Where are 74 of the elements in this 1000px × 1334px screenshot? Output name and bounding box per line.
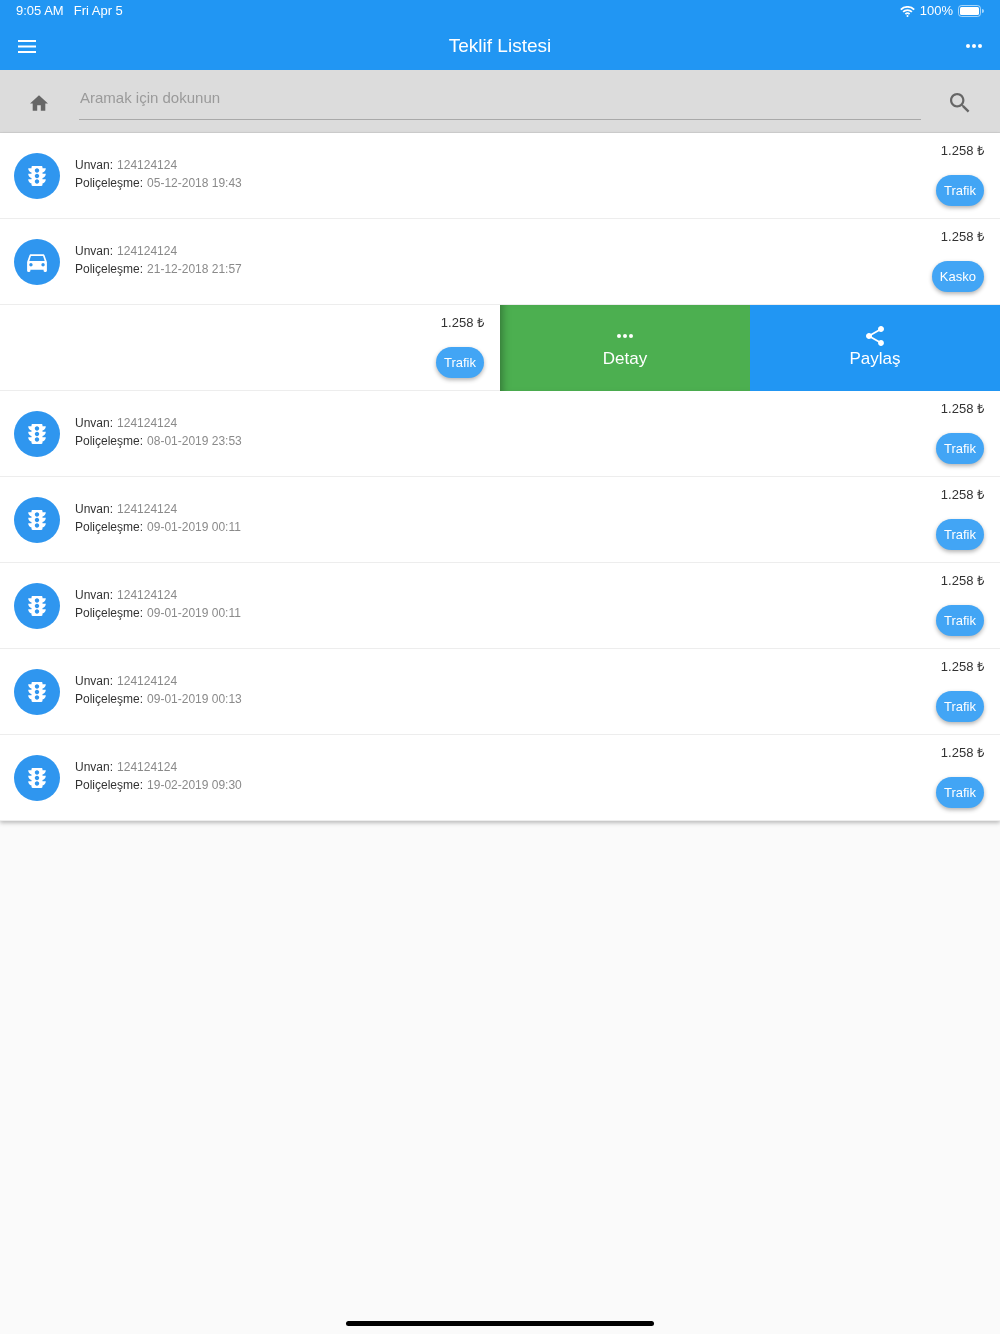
traffic-light-icon [14, 754, 60, 801]
share-action-button[interactable]: Paylaş [750, 305, 1000, 391]
search-icon[interactable] [950, 93, 970, 113]
car-icon [14, 238, 60, 285]
policy-type-button[interactable]: Trafik [435, 347, 484, 378]
price: 1.258 ₺ [940, 745, 984, 761]
field-value: 124124124 [117, 673, 178, 688]
traffic-light-icon [14, 668, 60, 715]
policy-type-button[interactable]: Trafik [935, 433, 984, 464]
field-value: 19-02-2019 09:30 [147, 777, 242, 792]
detail-action-button[interactable]: Detay [500, 305, 750, 391]
field-value: 05-12-2018 19:43 [147, 175, 242, 190]
price: 1.258 ₺ [940, 401, 984, 417]
share-icon [866, 326, 884, 346]
field-label: Unvan: [75, 415, 114, 430]
price: 1.258 ₺ [440, 315, 484, 331]
field-label: Poliçeleşme: [75, 175, 144, 190]
field-label: Unvan: [75, 501, 114, 516]
price: 1.258 ₺ [940, 573, 984, 589]
policy-type-button[interactable]: Trafik [935, 175, 984, 206]
field-label: Unvan: [75, 759, 114, 774]
field-value: 124124124 [117, 759, 178, 774]
field-value: 124124124 [117, 157, 178, 172]
price: 1.258 ₺ [940, 659, 984, 675]
field-value: 08-01-2019 23:53 [147, 433, 242, 448]
offer-row[interactable]: Unvan: 124124124 Poliçeleşme: 21-12-2018 21:57 1.258 ₺ Kasko [0, 219, 1000, 305]
policy-type-button[interactable]: Kasko [931, 261, 984, 292]
field-label: Unvan: [75, 673, 114, 688]
policy-type-button[interactable]: Trafik [935, 519, 984, 550]
field-value: 21-12-2018 21:57 [147, 261, 242, 276]
field-label: Poliçeleşme: [75, 433, 144, 448]
price: 1.258 ₺ [940, 143, 984, 159]
offer-row[interactable]: Unvan: 124124124 Poliçeleşme: 08-01-2019 23:53 1.258 ₺ Trafik [0, 391, 1000, 477]
status-date: Fri Apr 5 [73, 3, 123, 19]
traffic-light-icon [14, 410, 60, 457]
field-value: 124124124 [117, 501, 178, 516]
menu-icon[interactable] [18, 39, 36, 53]
offer-row[interactable]: Unvan: 124124124 Poliçeleşme: 09-01-2019 00:11 1.258 ₺ Trafik [0, 563, 1000, 649]
offer-row[interactable]: Unvan: 124124124 Poliçeleşme: 09-01-2019 00:11 1.258 ₺ Trafik [0, 477, 1000, 563]
policy-type-button[interactable]: Trafik [935, 691, 984, 722]
battery-icon [958, 5, 984, 17]
app-title: Teklif Listesi [448, 34, 552, 58]
traffic-light-icon [14, 152, 60, 199]
field-label: Poliçeleşme: [75, 777, 144, 792]
policy-type-button[interactable]: Trafik [935, 605, 984, 636]
field-label: Poliçeleşme: [75, 261, 144, 276]
field-label: Poliçeleşme: [75, 519, 144, 534]
search-bar[interactable]: Aramak için dokunun [0, 70, 1000, 133]
field-value: 124124124 [117, 415, 178, 430]
swiped-offer-row[interactable]: 1.258 ₺ Trafik Detay Paylaş [0, 305, 1000, 391]
traffic-light-icon [14, 496, 60, 543]
field-value: 09-01-2019 00:11 [147, 605, 241, 620]
field-value: 124124124 [117, 587, 178, 602]
field-label: Unvan: [75, 243, 114, 258]
home-icon[interactable] [30, 95, 48, 111]
wifi-icon [899, 5, 915, 17]
offer-row[interactable]: Unvan: 124124124 Poliçeleşme: 09-01-2019 00:13 1.258 ₺ Trafik [0, 649, 1000, 735]
offer-row[interactable]: Unvan: 124124124 Poliçeleşme: 19-02-2019 09:30 1.258 ₺ Trafik [0, 735, 1000, 821]
more-icon[interactable] [966, 44, 982, 48]
price: 1.258 ₺ [940, 229, 984, 245]
field-value: 09-01-2019 00:11 [147, 519, 241, 534]
field-label: Unvan: [75, 587, 114, 602]
field-label: Poliçeleşme: [75, 691, 144, 706]
status-time: 9:05 AM [16, 3, 64, 19]
field-label: Poliçeleşme: [75, 605, 144, 620]
offer-row[interactable]: Unvan: 124124124 Poliçeleşme: 05-12-2018 19:43 1.258 ₺ Trafik [0, 133, 1000, 219]
policy-type-button[interactable]: Trafik [935, 777, 984, 808]
price: 1.258 ₺ [940, 487, 984, 503]
field-value: 09-01-2019 00:13 [147, 691, 242, 706]
field-label: Unvan: [75, 157, 114, 172]
field-value: 124124124 [117, 243, 178, 258]
traffic-light-icon [14, 582, 60, 629]
dots-icon [617, 334, 633, 338]
battery-percent: 100% [919, 3, 953, 19]
